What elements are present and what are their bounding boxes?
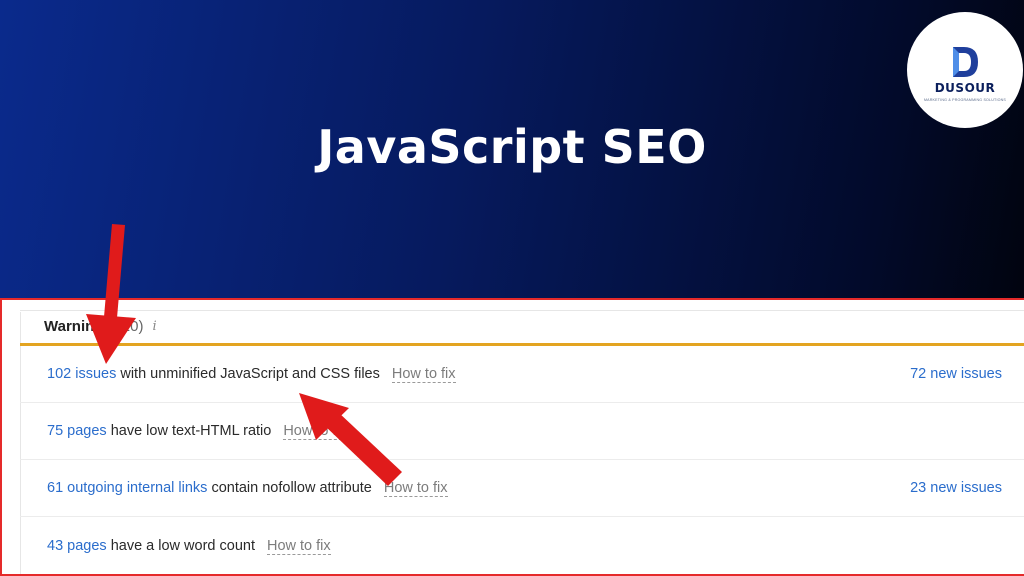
warnings-count: (10)	[116, 317, 144, 335]
list-item: 102 issues with unminified JavaScript an…	[20, 346, 1024, 403]
how-to-fix-link[interactable]: How to fix	[283, 423, 347, 440]
info-icon[interactable]: i	[152, 319, 156, 334]
warnings-title: Warnings	[44, 317, 112, 335]
hero-banner: JavaScript SEO DUSOUR MARKETING & PROGRA…	[0, 0, 1024, 298]
logo-tagline: MARKETING & PROGRAMMING SOLUTIONS	[923, 97, 1007, 102]
new-issues-link[interactable]: 72 new issues	[910, 366, 1002, 382]
issue-text: have a low word count	[106, 537, 255, 554]
list-item: 43 pages have a low word count How to fix	[20, 517, 1024, 574]
panel-border	[20, 310, 1024, 311]
issue-text: with unminified JavaScript and CSS files	[116, 366, 380, 382]
list-item: 61 outgoing internal links contain nofol…	[20, 460, 1024, 517]
issue-link[interactable]: 102 issues	[47, 366, 116, 382]
how-to-fix-link[interactable]: How to fix	[383, 480, 448, 497]
list-item: 75 pages have low text-HTML ratio How to …	[20, 403, 1024, 460]
logo-name: DUSOUR	[934, 80, 996, 95]
how-to-fix-link[interactable]: How to fix	[391, 366, 456, 383]
page-title: JavaScript SEO	[317, 120, 707, 174]
screenshot-panel: Warnings (10) i 102 issues with unminifi…	[0, 298, 1024, 576]
brand-logo: DUSOUR MARKETING & PROGRAMMING SOLUTIONS	[907, 12, 1023, 128]
issue-text: have low text-HTML ratio	[106, 423, 272, 439]
how-to-fix-link[interactable]: How to fix	[266, 537, 331, 555]
issue-text: contain nofollow attribute	[207, 480, 372, 496]
new-issues-link[interactable]: 23 new issues	[910, 480, 1002, 496]
issue-link[interactable]: 75 pages	[47, 423, 107, 439]
issue-link[interactable]: 43 pages	[47, 538, 107, 554]
logo-d-icon	[953, 46, 978, 77]
warnings-header: Warnings (10) i	[44, 312, 157, 340]
issue-link[interactable]: 61 outgoing internal links	[47, 480, 207, 496]
